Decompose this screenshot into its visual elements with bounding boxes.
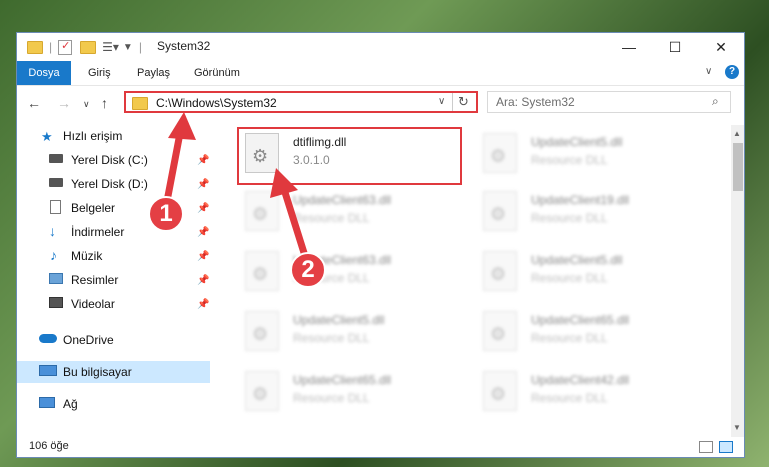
callout-2: 2 (290, 252, 326, 288)
arrow-1-head (168, 112, 196, 140)
annotation-arrows (164, 112, 309, 260)
callout-1: 1 (148, 196, 184, 232)
arrow-2-shaft (279, 182, 309, 260)
arrow-2-head (270, 168, 298, 198)
